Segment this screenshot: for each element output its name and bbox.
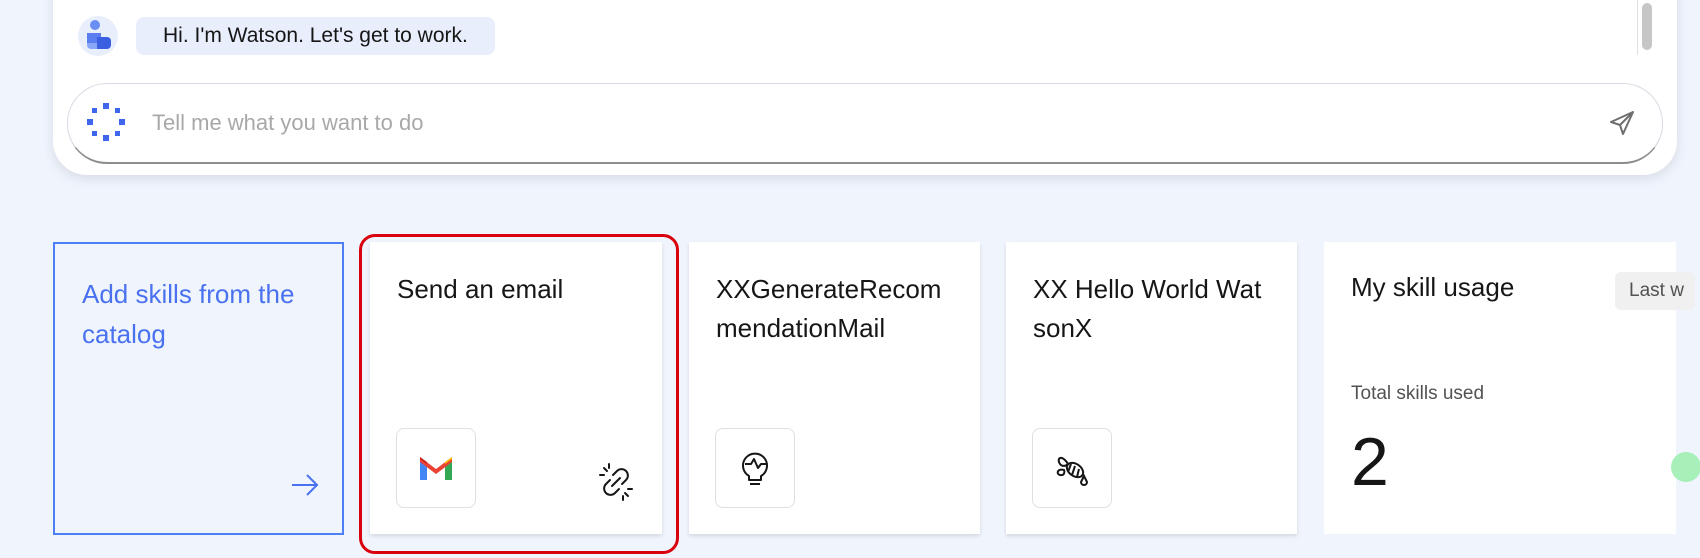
skill-icon-box [396,428,476,508]
unlink-icon[interactable] [596,462,636,502]
total-skills-used-label: Total skills used [1351,383,1485,404]
skill-icon-box [715,428,795,508]
skill-card-title: Send an email [397,274,564,304]
chat-scrollbar-thumb[interactable] [1642,3,1652,50]
lightbulb-icon [742,452,768,485]
arrow-right-icon [290,472,320,498]
add-skills-catalog-card[interactable]: Add skills from the catalog [53,242,344,535]
bee-icon [1056,457,1089,486]
usage-chart-segment [1671,452,1700,482]
catalog-card-label: Add skills from the catalog [82,279,295,349]
watson-avatar-icon [78,16,118,56]
skill-usage-title: My skill usage [1351,272,1515,302]
usage-period-dropdown[interactable]: Last w [1615,272,1695,310]
gmail-icon [420,457,452,480]
skill-usage-card: My skill usage Last w Total skills used … [1324,242,1700,534]
loading-dots-icon [84,100,128,144]
skill-icon-box [1032,428,1112,508]
skill-card-send-email[interactable]: Send an email [370,242,662,534]
assistant-greeting-bubble: Hi. I'm Watson. Let's get to work. [136,17,495,55]
skill-card-generate-recommendation[interactable]: XXGenerateRecommendationMail [689,242,980,534]
skill-card-hello-world[interactable]: XX Hello World WatsonX [1006,242,1297,534]
skill-card-title: XX Hello World WatsonX [1033,274,1262,343]
chat-input[interactable] [152,105,1552,141]
total-skills-used-count: 2 [1351,424,1389,500]
send-icon[interactable] [1609,110,1635,136]
skill-card-title: XXGenerateRecommendationMail [716,274,942,343]
